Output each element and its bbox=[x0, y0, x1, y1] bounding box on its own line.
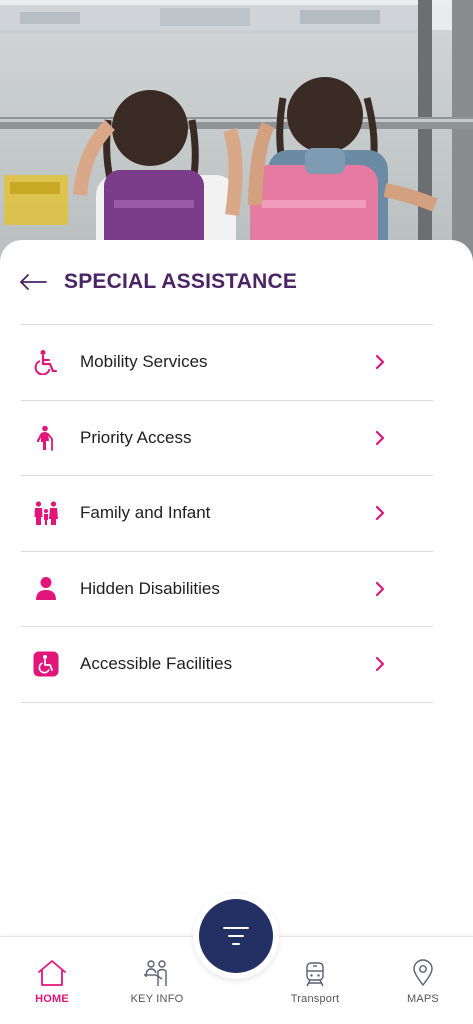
menu-item-label: Mobility Services bbox=[80, 352, 208, 372]
filter-menu-icon bbox=[223, 927, 249, 945]
nav-transport[interactable]: Transport bbox=[270, 957, 360, 1005]
page-header: SPECIAL ASSISTANCE bbox=[18, 262, 297, 302]
nav-key-info[interactable]: KEY INFO bbox=[112, 957, 202, 1005]
menu-item-label: Family and Infant bbox=[80, 503, 211, 523]
menu-item-priority-access[interactable]: Priority Access bbox=[21, 401, 433, 476]
nav-home-label: HOME bbox=[35, 993, 69, 1005]
map-pin-icon bbox=[413, 959, 433, 986]
menu-item-accessible-facilities[interactable]: Accessible Facilities bbox=[21, 627, 433, 703]
chevron-right-icon bbox=[373, 430, 387, 446]
chevron-right-icon bbox=[373, 354, 387, 370]
elderly-person-icon bbox=[33, 425, 59, 451]
chevron-right-icon bbox=[373, 581, 387, 597]
nav-transport-label: Transport bbox=[290, 993, 340, 1005]
chevron-right-icon bbox=[373, 505, 387, 521]
fab-container bbox=[193, 893, 279, 979]
train-icon bbox=[306, 962, 324, 987]
menu-item-family-and-infant[interactable]: Family and Infant bbox=[21, 476, 433, 552]
nav-key-info-label: KEY INFO bbox=[130, 993, 184, 1005]
key-info-icon bbox=[144, 960, 167, 986]
chevron-right-icon bbox=[373, 656, 387, 672]
accessible-facility-icon bbox=[33, 651, 59, 677]
wheelchair-icon bbox=[33, 349, 59, 376]
menu-item-hidden-disabilities[interactable]: Hidden Disabilities bbox=[21, 552, 433, 627]
arrow-left-icon bbox=[20, 274, 47, 290]
page-title: SPECIAL ASSISTANCE bbox=[64, 270, 298, 293]
nav-home[interactable]: HOME bbox=[7, 957, 97, 1005]
home-icon bbox=[38, 960, 66, 986]
menu-fab-button[interactable] bbox=[199, 899, 273, 973]
hero-image bbox=[0, 0, 473, 262]
nav-maps-label: MAPS bbox=[407, 993, 439, 1005]
menu-item-label: Priority Access bbox=[80, 427, 192, 447]
family-icon bbox=[33, 500, 59, 526]
menu-item-label: Accessible Facilities bbox=[80, 654, 233, 674]
content-card: SPECIAL ASSISTANCE Mobility Services Pri… bbox=[0, 240, 473, 940]
menu-item-label: Hidden Disabilities bbox=[80, 578, 220, 598]
person-icon bbox=[33, 576, 59, 602]
menu-item-mobility-services[interactable]: Mobility Services bbox=[21, 325, 433, 401]
nav-maps[interactable]: MAPS bbox=[378, 957, 468, 1005]
assistance-menu: Mobility Services Priority Access Family… bbox=[21, 324, 433, 703]
back-button[interactable] bbox=[18, 267, 48, 297]
